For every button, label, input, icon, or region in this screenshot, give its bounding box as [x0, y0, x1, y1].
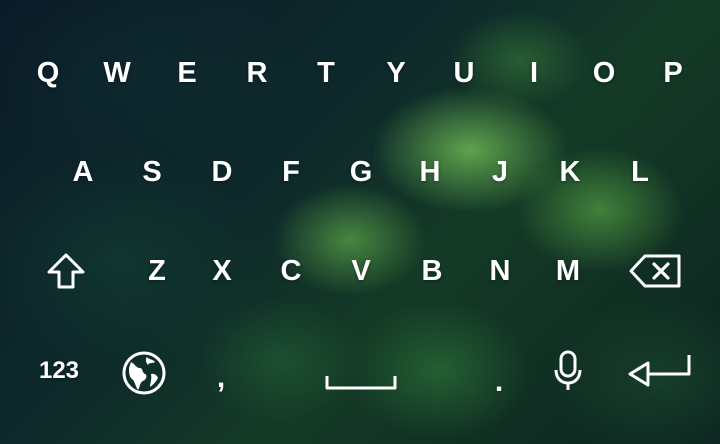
key-q[interactable]: Q	[18, 43, 78, 103]
key-z[interactable]: Z	[127, 241, 187, 301]
enter-icon	[626, 352, 692, 388]
key-d[interactable]: D	[192, 142, 252, 202]
space-key[interactable]	[324, 374, 398, 392]
microphone-icon	[553, 350, 583, 392]
key-m[interactable]: M	[538, 241, 598, 301]
key-a[interactable]: A	[53, 142, 113, 202]
key-f[interactable]: F	[261, 142, 321, 202]
key-j[interactable]: J	[470, 142, 530, 202]
key-r[interactable]: R	[227, 43, 287, 103]
key-k[interactable]: K	[540, 142, 600, 202]
key-o[interactable]: O	[574, 43, 634, 103]
voice-key[interactable]	[553, 350, 583, 392]
key-u[interactable]: U	[434, 43, 494, 103]
keyboard: Q W E R T Y U I O P A S D F G H J K L Z …	[0, 0, 720, 444]
backspace-key[interactable]	[628, 253, 682, 289]
backspace-icon	[628, 253, 682, 289]
key-t[interactable]: T	[296, 43, 356, 103]
key-e[interactable]: E	[157, 43, 217, 103]
comma-key[interactable]: ,	[191, 348, 251, 408]
numbers-key[interactable]: 123	[24, 341, 94, 401]
key-x[interactable]: X	[192, 241, 252, 301]
key-i[interactable]: I	[504, 43, 564, 103]
key-b[interactable]: B	[402, 241, 462, 301]
shift-key[interactable]	[46, 252, 86, 290]
key-s[interactable]: S	[122, 142, 182, 202]
period-key[interactable]: .	[469, 352, 529, 412]
key-g[interactable]: G	[331, 142, 391, 202]
language-key[interactable]	[121, 350, 167, 396]
key-h[interactable]: H	[400, 142, 460, 202]
key-w[interactable]: W	[87, 43, 147, 103]
key-v[interactable]: V	[331, 241, 391, 301]
key-y[interactable]: Y	[366, 43, 426, 103]
enter-key[interactable]	[626, 352, 692, 388]
key-l[interactable]: L	[610, 142, 670, 202]
key-c[interactable]: C	[261, 241, 321, 301]
key-p[interactable]: P	[643, 43, 703, 103]
shift-icon	[46, 252, 86, 290]
key-n[interactable]: N	[470, 241, 530, 301]
globe-icon	[121, 350, 167, 396]
space-bar-icon	[324, 374, 398, 392]
